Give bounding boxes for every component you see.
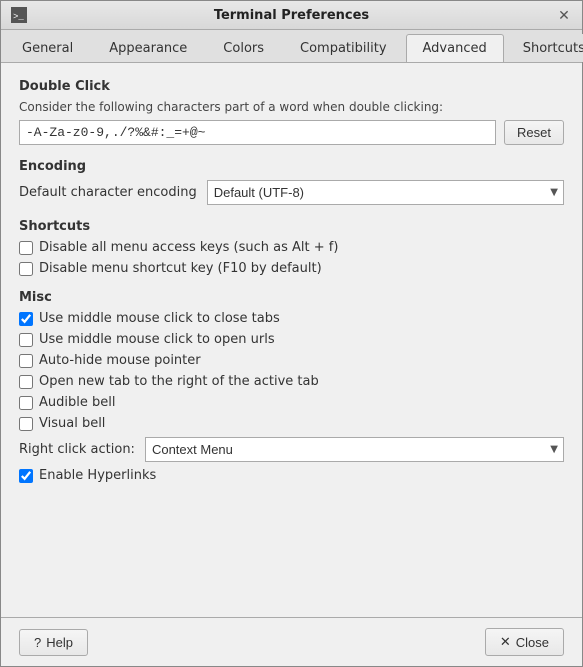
tab-bar: General Appearance Colors Compatibility … — [1, 30, 582, 63]
encoding-select-wrapper: Default (UTF-8) UTF-8 ISO-8859-1 UTF-16 … — [207, 180, 564, 205]
audible-bell-row: Audible bell — [19, 395, 564, 410]
main-content: Double Click Consider the following char… — [1, 63, 582, 617]
right-click-action-row: Right click action: Context Menu Paste C… — [19, 437, 564, 462]
middle-click-open-row: Use middle mouse click to open urls — [19, 332, 564, 347]
footer: ? Help ✕ Close — [1, 617, 582, 666]
misc-section-title: Misc — [19, 290, 564, 305]
help-icon: ? — [34, 635, 41, 650]
disable-menu-shortcut-checkbox[interactable] — [19, 262, 33, 276]
double-click-input[interactable] — [19, 120, 496, 145]
encoding-section-title: Encoding — [19, 159, 564, 174]
right-click-select[interactable]: Context Menu Paste Clipboard Paste Selec… — [145, 437, 564, 462]
enable-hyperlinks-checkbox[interactable] — [19, 469, 33, 483]
disable-menu-access-label: Disable all menu access keys (such as Al… — [39, 240, 338, 255]
window-close-button[interactable]: ✕ — [556, 7, 572, 23]
visual-bell-row: Visual bell — [19, 416, 564, 431]
double-click-section-title: Double Click — [19, 79, 564, 94]
app-icon: >_ — [11, 7, 27, 23]
tab-compatibility[interactable]: Compatibility — [283, 34, 404, 62]
svg-text:>_: >_ — [13, 12, 24, 22]
open-new-tab-right-label: Open new tab to the right of the active … — [39, 374, 319, 389]
help-label: Help — [46, 635, 73, 650]
visual-bell-label: Visual bell — [39, 416, 105, 431]
enable-hyperlinks-label: Enable Hyperlinks — [39, 468, 156, 483]
middle-click-close-label: Use middle mouse click to close tabs — [39, 311, 280, 326]
disable-menu-access-checkbox[interactable] — [19, 241, 33, 255]
enable-hyperlinks-row: Enable Hyperlinks — [19, 468, 564, 483]
disable-menu-shortcut-row: Disable menu shortcut key (F10 by defaul… — [19, 261, 564, 276]
terminal-preferences-window: >_ Terminal Preferences ✕ General Appear… — [0, 0, 583, 667]
disable-menu-access-row: Disable all menu access keys (such as Al… — [19, 240, 564, 255]
close-icon: ✕ — [500, 634, 511, 650]
auto-hide-pointer-row: Auto-hide mouse pointer — [19, 353, 564, 368]
titlebar: >_ Terminal Preferences ✕ — [1, 1, 582, 30]
disable-menu-shortcut-label: Disable menu shortcut key (F10 by defaul… — [39, 261, 322, 276]
auto-hide-pointer-label: Auto-hide mouse pointer — [39, 353, 201, 368]
open-new-tab-right-row: Open new tab to the right of the active … — [19, 374, 564, 389]
window-title: Terminal Preferences — [27, 8, 556, 23]
shortcuts-section-title: Shortcuts — [19, 219, 564, 234]
reset-button[interactable]: Reset — [504, 120, 564, 145]
close-button[interactable]: ✕ Close — [485, 628, 564, 656]
help-button[interactable]: ? Help — [19, 629, 88, 656]
tab-shortcuts[interactable]: Shortcuts — [506, 34, 583, 62]
encoding-select[interactable]: Default (UTF-8) UTF-8 ISO-8859-1 UTF-16 — [207, 180, 564, 205]
audible-bell-label: Audible bell — [39, 395, 115, 410]
encoding-row: Default character encoding Default (UTF-… — [19, 180, 564, 205]
encoding-label: Default character encoding — [19, 185, 197, 200]
tab-general[interactable]: General — [5, 34, 90, 62]
double-click-input-row: Reset — [19, 120, 564, 145]
tab-advanced[interactable]: Advanced — [406, 34, 504, 62]
audible-bell-checkbox[interactable] — [19, 396, 33, 410]
open-new-tab-right-checkbox[interactable] — [19, 375, 33, 389]
double-click-description: Consider the following characters part o… — [19, 100, 564, 114]
visual-bell-checkbox[interactable] — [19, 417, 33, 431]
right-click-action-label: Right click action: — [19, 442, 135, 457]
middle-click-close-checkbox[interactable] — [19, 312, 33, 326]
auto-hide-pointer-checkbox[interactable] — [19, 354, 33, 368]
middle-click-open-label: Use middle mouse click to open urls — [39, 332, 275, 347]
right-click-select-wrapper: Context Menu Paste Clipboard Paste Selec… — [145, 437, 564, 462]
tab-colors[interactable]: Colors — [206, 34, 281, 62]
middle-click-open-checkbox[interactable] — [19, 333, 33, 347]
close-label: Close — [516, 635, 549, 650]
middle-click-close-row: Use middle mouse click to close tabs — [19, 311, 564, 326]
tab-appearance[interactable]: Appearance — [92, 34, 204, 62]
